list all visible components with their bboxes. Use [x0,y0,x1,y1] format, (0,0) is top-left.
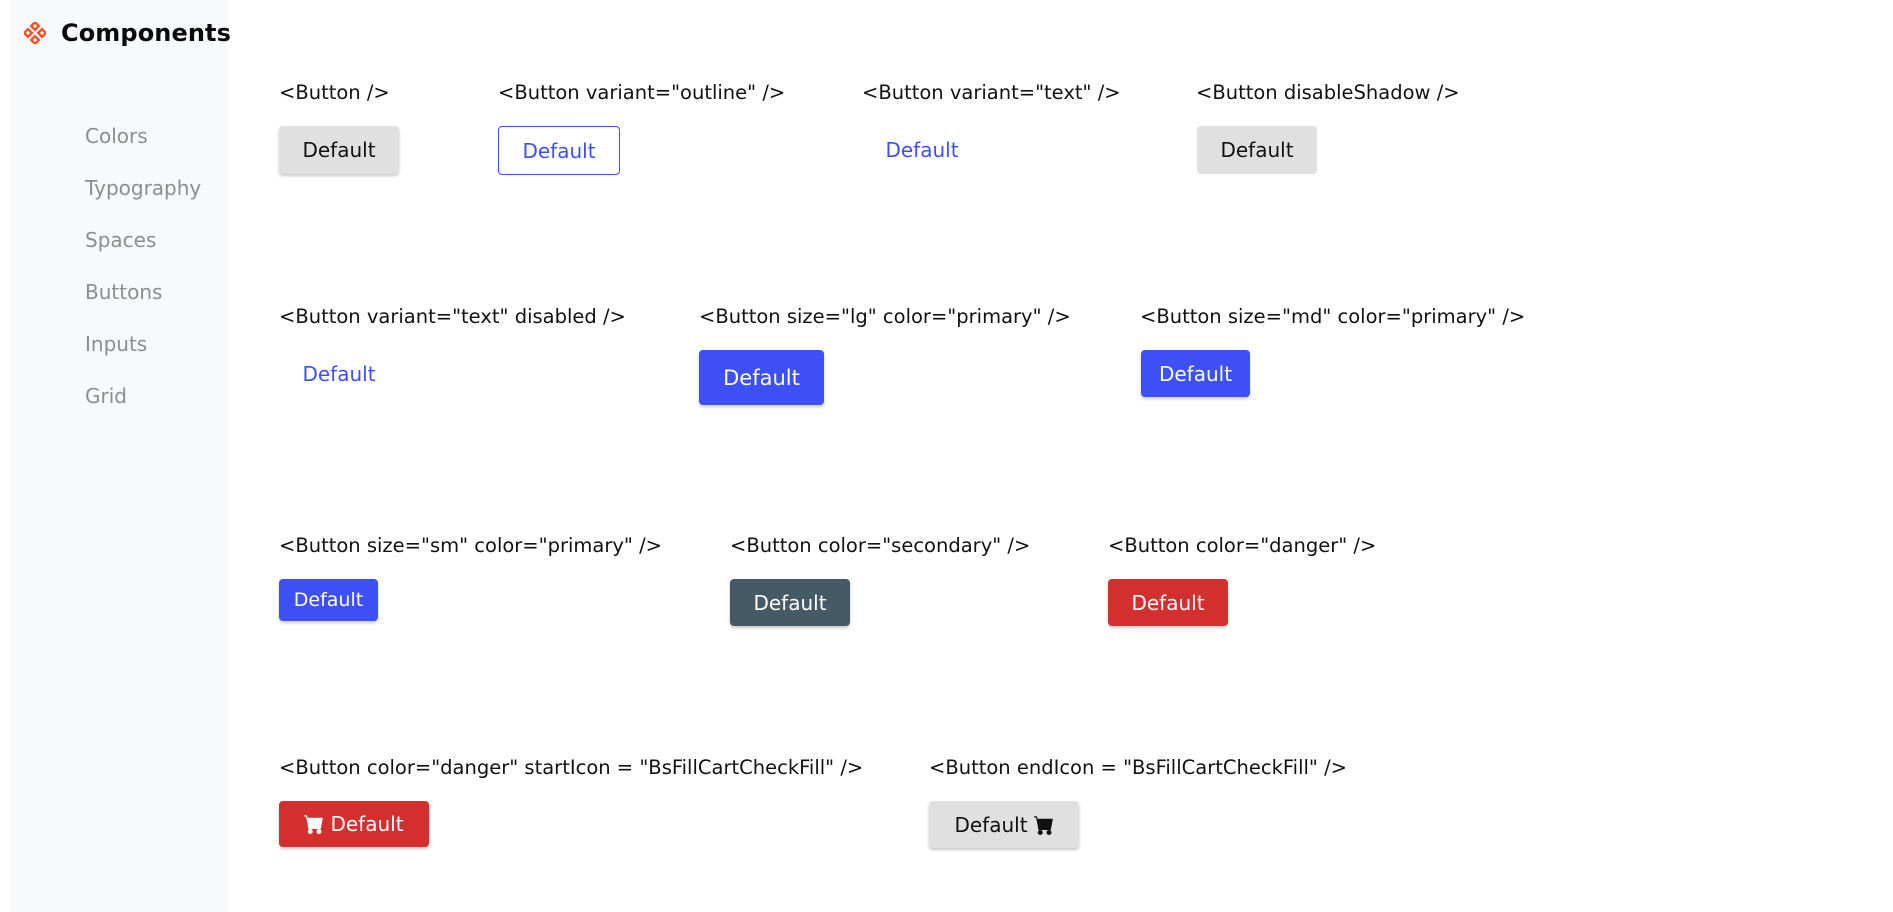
demo-label-start-icon: <Button color="danger" startIcon = "BsFi… [279,756,864,779]
text-button[interactable]: Default [862,126,982,174]
end-icon-button[interactable]: Default [929,801,1079,848]
app-title: Components [61,19,231,47]
sidebar-item-colors[interactable]: Colors [85,122,201,174]
demo-label-secondary: <Button color="secondary" /> [730,534,1031,557]
demo-label-size-md: <Button size="md" color="primary" /> [1140,305,1526,328]
sidebar-item-spaces[interactable]: Spaces [85,226,201,278]
sidebar-item-grid[interactable]: Grid [85,382,201,434]
primary-lg-button[interactable]: Default [699,350,824,405]
danger-start-icon-button-label: Default [330,812,404,836]
demo-label-end-icon: <Button endIcon = "BsFillCartCheckFill" … [929,756,1347,779]
no-shadow-button[interactable]: Default [1197,126,1317,174]
page-left-edge [0,0,10,912]
brand: Components [24,19,231,47]
sidebar-item-buttons[interactable]: Buttons [85,278,201,330]
outline-button[interactable]: Default [498,126,620,175]
danger-button[interactable]: Default [1108,579,1228,626]
demo-label-size-sm: <Button size="sm" color="primary" /> [279,534,663,557]
sidebar-item-inputs[interactable]: Inputs [85,330,201,382]
danger-start-icon-button[interactable]: Default [279,801,429,847]
diamond-grid-icon [24,22,46,44]
demo-label-text-disabled: <Button variant="text" disabled /> [279,305,626,328]
demo-label-disable-shadow: <Button disableShadow /> [1196,81,1460,104]
sidebar-nav: Colors Typography Spaces Buttons Inputs … [85,122,201,434]
demo-label-danger: <Button color="danger" /> [1108,534,1377,557]
cart-check-fill-icon [1033,815,1054,835]
primary-md-button[interactable]: Default [1141,350,1250,397]
text-disabled-button[interactable]: Default [279,350,399,398]
demo-label-size-lg: <Button size="lg" color="primary" /> [699,305,1071,328]
secondary-button[interactable]: Default [730,579,850,626]
demo-label-default: <Button /> [279,81,390,104]
sidebar-item-typography[interactable]: Typography [85,174,201,226]
primary-sm-button[interactable]: Default [279,579,378,621]
end-icon-button-label: Default [954,812,1028,837]
demo-label-text: <Button variant="text" /> [862,81,1121,104]
cart-check-fill-icon [304,814,324,834]
default-button[interactable]: Default [279,126,399,174]
demo-label-outline: <Button variant="outline" /> [498,81,786,104]
